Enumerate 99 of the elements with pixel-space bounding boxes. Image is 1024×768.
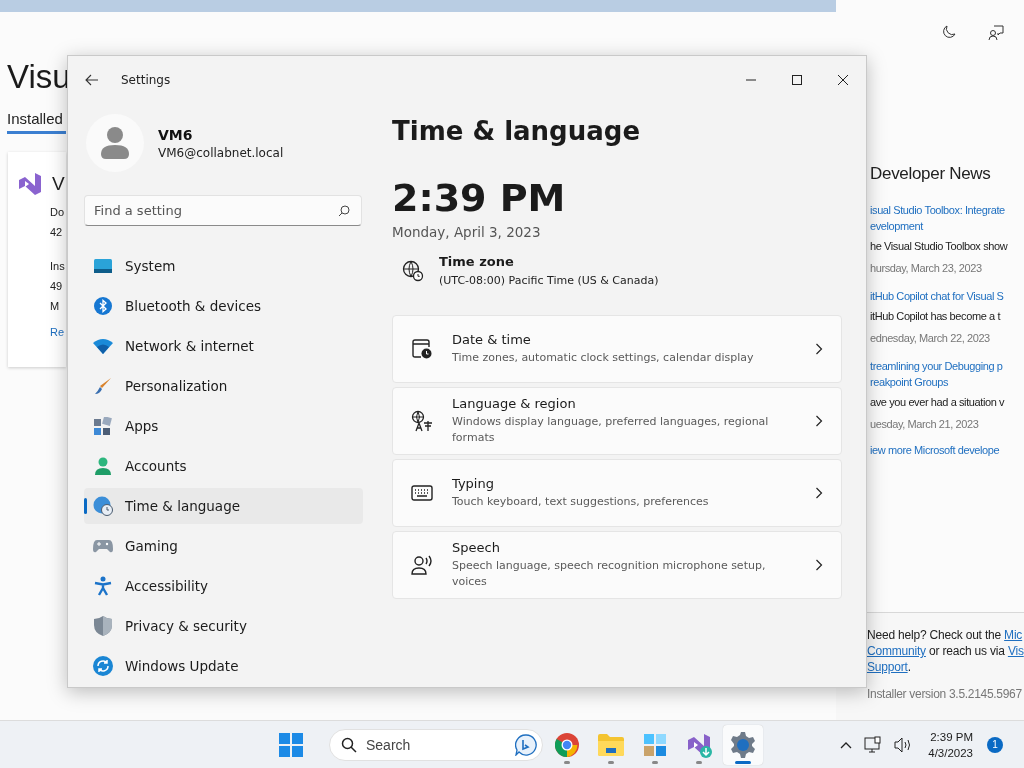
user-email: VM6@collabnet.local (158, 145, 284, 160)
sidebar-item[interactable]: System (84, 248, 363, 284)
person-icon (95, 457, 111, 475)
taskbar-app[interactable] (723, 724, 763, 765)
language-icon (411, 410, 433, 432)
page-title: Visu (7, 58, 66, 96)
news-link[interactable]: isual Studio Toolbox: Integrate evelopment (870, 202, 1024, 234)
product-detail: Ins (50, 259, 66, 274)
card-description: Windows display language, preferred languages, regional formats (452, 414, 770, 446)
sidebar-item[interactable]: Accounts (84, 448, 363, 484)
news-summary: he Visual Studio Toolbox show (870, 239, 1009, 254)
news-summary: itHub Copilot has become a t (870, 309, 1002, 324)
maximize-icon[interactable] (791, 74, 803, 86)
chevron-icon (815, 415, 823, 427)
sidebar-item[interactable]: Apps (84, 408, 363, 444)
accessibility-icon (94, 576, 112, 596)
settings-card[interactable]: Speech Speech language, speech recognition microphone setup, voices (392, 531, 842, 599)
news-date: hursday, March 23, 2023 (870, 261, 983, 276)
notification-badge[interactable]: 1 (987, 736, 1003, 753)
sidebar-item[interactable]: Gaming (84, 528, 363, 564)
sidebar-item[interactable]: Network & internet (84, 328, 363, 364)
card-description: Touch keyboard, text suggestions, preferences (452, 494, 710, 510)
browser-icon (555, 732, 579, 757)
sidebar-item[interactable]: Time & language (84, 488, 363, 524)
sidebar-item[interactable]: Accessibility (84, 568, 363, 604)
paintbrush-icon (94, 377, 112, 395)
tiles-icon (644, 733, 666, 756)
network-icon[interactable] (864, 735, 883, 754)
gamepad-icon (93, 539, 113, 553)
taskbar-search-field[interactable]: Search (329, 728, 543, 761)
chevron-icon (815, 343, 823, 355)
moon-icon[interactable] (942, 25, 956, 39)
search-icon (338, 205, 350, 217)
installer-icon (686, 731, 712, 758)
bluetooth-icon (94, 297, 112, 315)
news-date: uesday, March 21, 2023 (870, 417, 980, 432)
view-more-link[interactable]: iew more Microsoft develope (870, 444, 1024, 456)
chat-bubble-icon (515, 733, 537, 756)
news-link[interactable]: treamlining your Debugging p reakpoint Groups (870, 358, 1024, 390)
apps-icon (94, 417, 112, 435)
folder-icon (598, 733, 624, 756)
monitor-icon (94, 259, 112, 273)
help-link[interactable]: Mic (1004, 628, 1023, 642)
card-title: Speech (452, 540, 501, 555)
windows-start-icon[interactable] (279, 732, 303, 757)
settings-card[interactable]: Typing Touch keyboard, text suggestions, preferences (392, 459, 842, 527)
shield-icon (94, 616, 112, 636)
sidebar-item[interactable]: Bluetooth & devices (84, 288, 363, 324)
support-link[interactable]: Support (867, 660, 908, 674)
card-description: Speech language, speech recognition microphone setup, voices (452, 558, 767, 590)
selection-indicator (84, 498, 87, 514)
page-title: Time & language (392, 116, 642, 146)
release-link[interactable]: Re (50, 326, 66, 338)
help-text: Need help? Check out the Mic Community or reach us via Vis Support. (867, 627, 1024, 675)
globe-clock-icon (402, 259, 424, 282)
current-time: 2:39 PM (392, 176, 567, 220)
search-icon (341, 736, 357, 753)
news-date: ednesday, March 22, 2023 (870, 331, 991, 346)
settings-search-field[interactable]: Find a setting (84, 195, 362, 226)
chevron-icon (815, 487, 823, 499)
product-detail: 42 (50, 225, 64, 240)
news-heading: Developer News (870, 164, 992, 184)
card-title: Date & time (452, 332, 532, 347)
calendar-clock-icon (411, 338, 433, 360)
sidebar-item[interactable]: Personalization (84, 368, 363, 404)
close-icon[interactable] (837, 74, 849, 86)
card-title: Typing (452, 476, 495, 491)
time-zone-value: (UTC-08:00) Pacific Time (US & Canada) (439, 274, 659, 287)
product-name: V (52, 173, 65, 195)
user-name: VM6 (158, 126, 194, 143)
product-detail: M (50, 299, 61, 314)
speaker-icon[interactable] (894, 736, 913, 753)
speech-icon (411, 554, 433, 576)
wifi-icon (93, 338, 113, 354)
support-link[interactable]: Vis (1007, 644, 1024, 658)
settings-card[interactable]: Language & region Windows display language, preferred languages, regional formats (392, 387, 842, 455)
gear-icon (730, 731, 756, 758)
version-text: Installer version 3.5.2145.5967 (867, 687, 1023, 701)
current-date: Monday, April 3, 2023 (392, 224, 542, 240)
window-title: Settings (121, 73, 171, 87)
card-description: Time zones, automatic clock settings, calendar display (452, 350, 755, 366)
time-zone-label: Time zone (439, 254, 515, 269)
card-title: Language & region (452, 396, 577, 411)
product-detail: 49 (50, 279, 64, 294)
back-arrow-icon[interactable] (85, 74, 99, 86)
caret-up-icon[interactable] (840, 740, 853, 749)
news-summary: ave you ever had a situation v (870, 395, 1006, 410)
keyboard-icon (411, 485, 433, 501)
community-link[interactable]: Community (867, 644, 926, 658)
sidebar-item[interactable]: Privacy & security (84, 608, 363, 644)
feedback-icon[interactable] (988, 25, 1004, 41)
news-link[interactable]: itHub Copilot chat for Visual S (870, 288, 1024, 304)
settings-card[interactable]: Date & time Time zones, automatic clock settings, calendar display (392, 315, 842, 383)
globe-clock-icon (93, 496, 113, 516)
taskbar-clock[interactable]: 2:39 PM 4/3/2023 (928, 728, 973, 761)
chevron-icon (815, 559, 823, 571)
sidebar-item[interactable]: Windows Update (84, 648, 363, 684)
refresh-icon (93, 656, 113, 676)
product-detail: Do (50, 205, 66, 220)
